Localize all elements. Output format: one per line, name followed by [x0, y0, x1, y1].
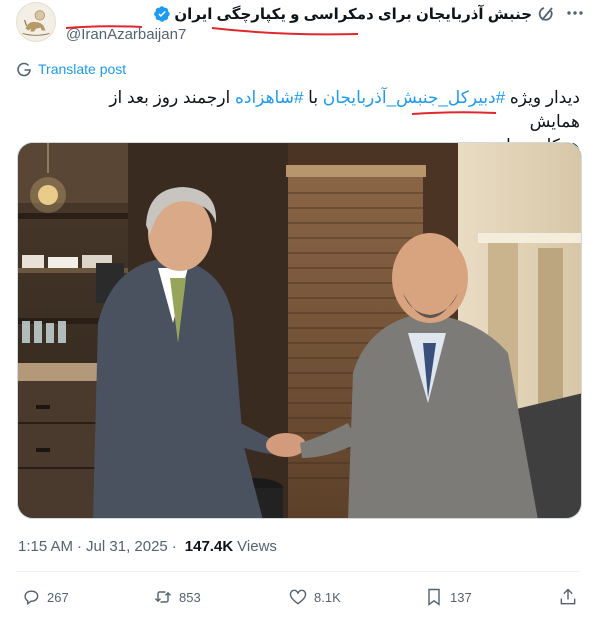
action-bar: 267 853 8.1K 137 [16, 587, 580, 611]
more-icon [567, 11, 583, 15]
like-icon [289, 589, 307, 605]
verified-icon [154, 6, 171, 22]
lion-and-sun-emblem-icon [17, 3, 55, 41]
repost-icon [154, 591, 172, 603]
bookmark-button[interactable]: 137 [424, 587, 472, 607]
meta-separator: · [77, 538, 83, 555]
hashtag-link[interactable]: #دبیرکل_جنبش_آذربایجان [323, 88, 505, 107]
meta-separator: · [171, 538, 177, 555]
divider [16, 571, 580, 572]
red-underline-annotation [411, 111, 497, 115]
bookmark-count: 137 [450, 589, 472, 605]
author-display-name[interactable]: جنبش آذربایجان برای دمکراسی و یکپارچگی ا… [174, 5, 532, 23]
bookmark-icon [428, 588, 440, 606]
tweet-text-segment: با [303, 88, 323, 107]
grok-button[interactable] [536, 3, 558, 25]
more-button[interactable] [564, 2, 586, 24]
reply-button[interactable]: 267 [21, 587, 69, 607]
translate-post-link[interactable]: Translate post [16, 61, 126, 77]
like-button[interactable]: 8.1K [288, 587, 341, 607]
translate-icon [17, 62, 31, 77]
tweet-time[interactable]: 1:15 AM [18, 538, 73, 555]
tweet-photo[interactable] [17, 142, 582, 519]
tweet-date[interactable]: Jul 31, 2025 [86, 538, 168, 555]
author-name-row[interactable]: جنبش آذربایجان برای دمکراسی و یکپارچگی ا… [153, 5, 532, 23]
tweet: جنبش آذربایجان برای دمکراسی و یکپارچگی ا… [0, 0, 596, 623]
reply-icon [24, 590, 39, 606]
tweet-meta: 1:15 AM · Jul 31, 2025 · 147.4K Views [18, 538, 277, 555]
repost-button[interactable]: 853 [153, 587, 201, 607]
hashtag-link[interactable]: #شاهزاده [235, 88, 303, 107]
views-label: Views [237, 538, 277, 555]
grok-icon [538, 7, 553, 21]
meeting-photo [18, 143, 581, 518]
avatar[interactable] [16, 2, 56, 42]
like-count: 8.1K [314, 589, 341, 605]
repost-count: 853 [179, 589, 201, 605]
share-button[interactable] [558, 587, 578, 607]
share-icon [560, 588, 576, 605]
reply-count: 267 [47, 589, 69, 605]
views-count: 147.4K [184, 538, 234, 555]
tweet-text-segment: دیدار ویژه [505, 88, 580, 107]
red-underline-annotation [65, 25, 359, 36]
tweet-text-line-1: دیدار ویژه #دبیرکل_جنبش_آذربایجان با #شا… [60, 86, 580, 134]
translate-label[interactable]: Translate post [38, 61, 126, 77]
